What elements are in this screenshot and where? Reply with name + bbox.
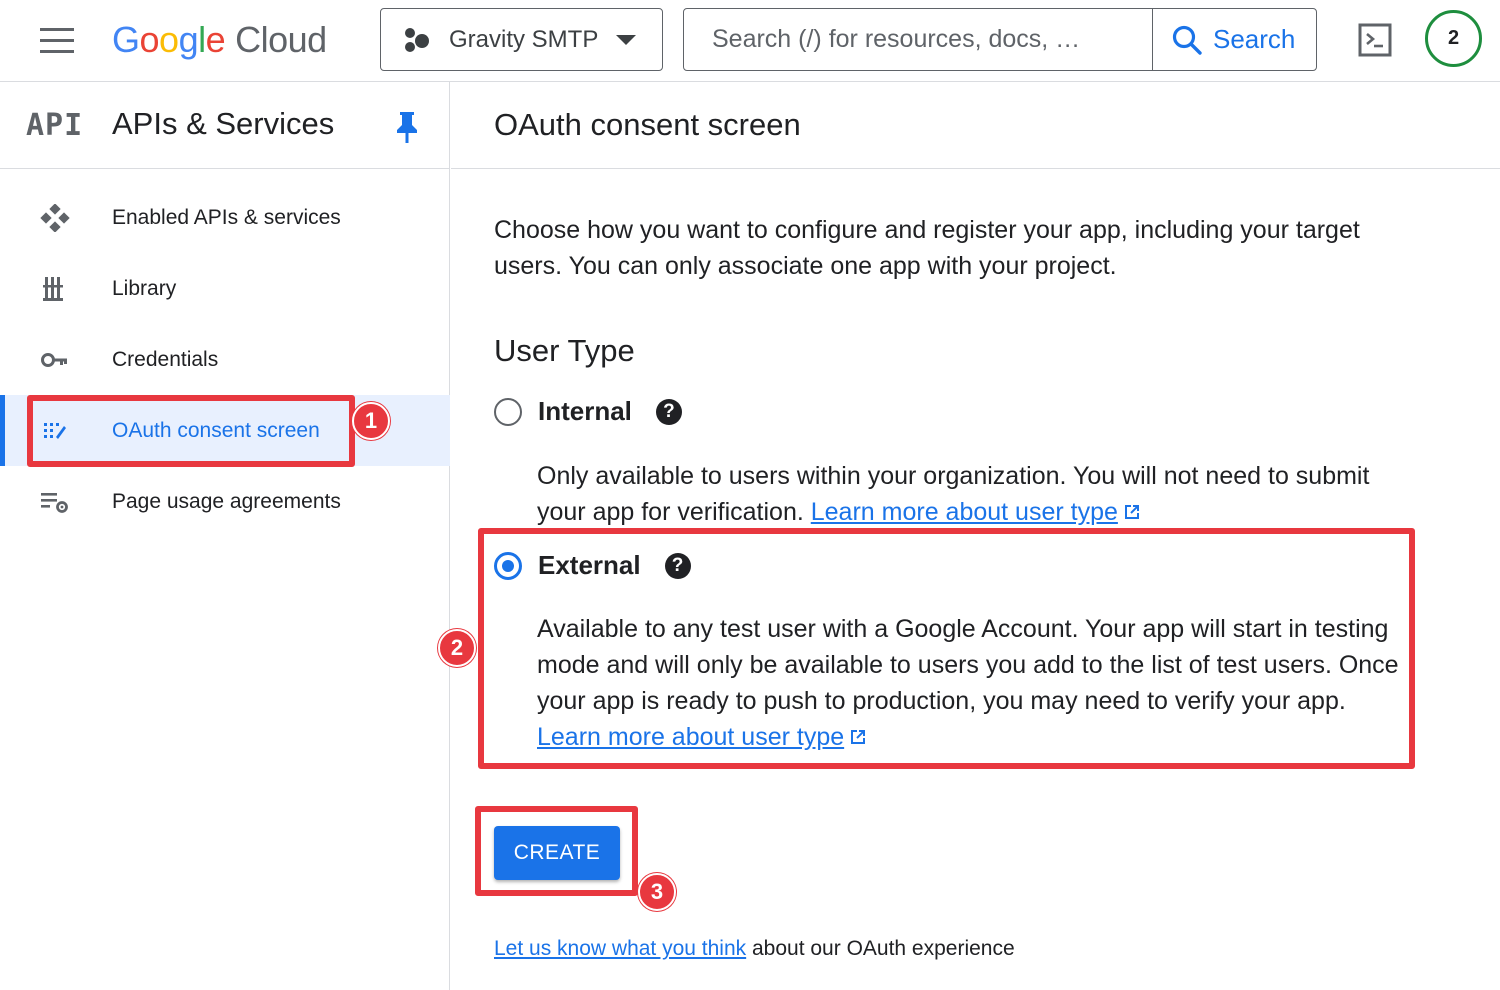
page-title: OAuth consent screen [494,107,801,142]
external-description-text: Available to any test user with a Google… [537,615,1399,715]
external-radio[interactable] [494,551,522,580]
page-header: OAuth consent screen [451,82,1500,169]
search-input[interactable] [684,9,1152,70]
sidebar-item-label: Credentials [112,347,219,371]
external-option[interactable]: External ? [494,550,691,581]
external-label: External [538,550,641,580]
sidebar-item-library[interactable]: Library [0,253,450,324]
project-name: Gravity SMTP [449,25,599,53]
create-button[interactable]: CREATE [494,826,620,880]
logo-letter: o [159,19,179,60]
sidebar: API APIs & Services Enabled APIs & servi… [0,82,450,990]
sidebar-item-label: Library [112,276,177,300]
project-icon [403,26,431,54]
search-bar: Search [683,8,1317,71]
library-icon [43,277,63,301]
sidebar-title: APIs & Services [112,106,335,141]
project-picker[interactable]: Gravity SMTP [380,8,663,71]
api-logo-icon: API [26,108,84,143]
sidebar-item-label: OAuth consent screen [112,418,320,442]
internal-radio[interactable] [494,397,522,426]
logo-letter: g [178,19,199,60]
learn-more-link[interactable]: Learn more about user type [811,498,1118,526]
help-icon[interactable]: ? [664,552,691,579]
step-marker-3: 3 [638,873,676,911]
logo-letter: o [139,19,160,60]
sidebar-header: API APIs & Services [0,82,449,169]
pin-icon[interactable] [394,110,420,144]
step-marker-2: 2 [438,629,476,667]
logo-letter: e [205,19,226,60]
enabled-apis-icon [40,204,70,232]
sidebar-item-credentials[interactable]: Credentials [0,324,450,395]
sidebar-item-label: Enabled APIs & services [112,205,341,229]
intro-text: Choose how you want to configure and reg… [494,216,1360,280]
logo-suffix: Cloud [235,19,327,60]
search-button-label: Search [1213,24,1296,54]
learn-more-link[interactable]: Learn more about user type [537,723,844,751]
help-icon[interactable]: ? [655,398,682,425]
internal-description: Only available to users within your orga… [537,458,1407,530]
step-marker-1: 1 [352,402,390,440]
settings-list-icon [41,493,68,513]
oauth-icon [44,423,66,439]
chevron-down-icon [616,35,636,45]
internal-option[interactable]: Internal ? [494,396,682,427]
sidebar-nav: Enabled APIs & services Library Credenti… [0,182,450,537]
external-link-icon[interactable] [1122,502,1142,522]
notification-badge[interactable]: 2 [1425,10,1482,67]
feedback-line: Let us know what you think about our OAu… [494,937,1015,961]
external-link-icon[interactable] [848,727,868,747]
sidebar-item-enabled-apis[interactable]: Enabled APIs & services [0,182,450,253]
sidebar-item-page-usage[interactable]: Page usage agreements [0,466,450,537]
internal-label: Internal [538,396,632,426]
logo-letter: l [198,19,206,60]
top-bar: GoogleCloud Gravity SMTP Search 2 [0,0,1500,82]
key-icon [41,353,67,367]
feedback-link[interactable]: Let us know what you think [494,937,746,960]
google-cloud-logo[interactable]: Google Cloud [112,18,327,62]
main-menu-icon[interactable] [40,28,76,54]
search-button[interactable]: Search [1152,9,1317,70]
feedback-text: about our OAuth experience [746,937,1015,960]
logo-letter: G [112,19,140,60]
sidebar-item-label: Page usage agreements [112,489,341,513]
search-icon [1172,25,1202,55]
user-type-heading: User Type [494,333,635,368]
cloud-shell-icon[interactable] [1358,23,1392,57]
external-description: Available to any test user with a Google… [537,611,1407,755]
